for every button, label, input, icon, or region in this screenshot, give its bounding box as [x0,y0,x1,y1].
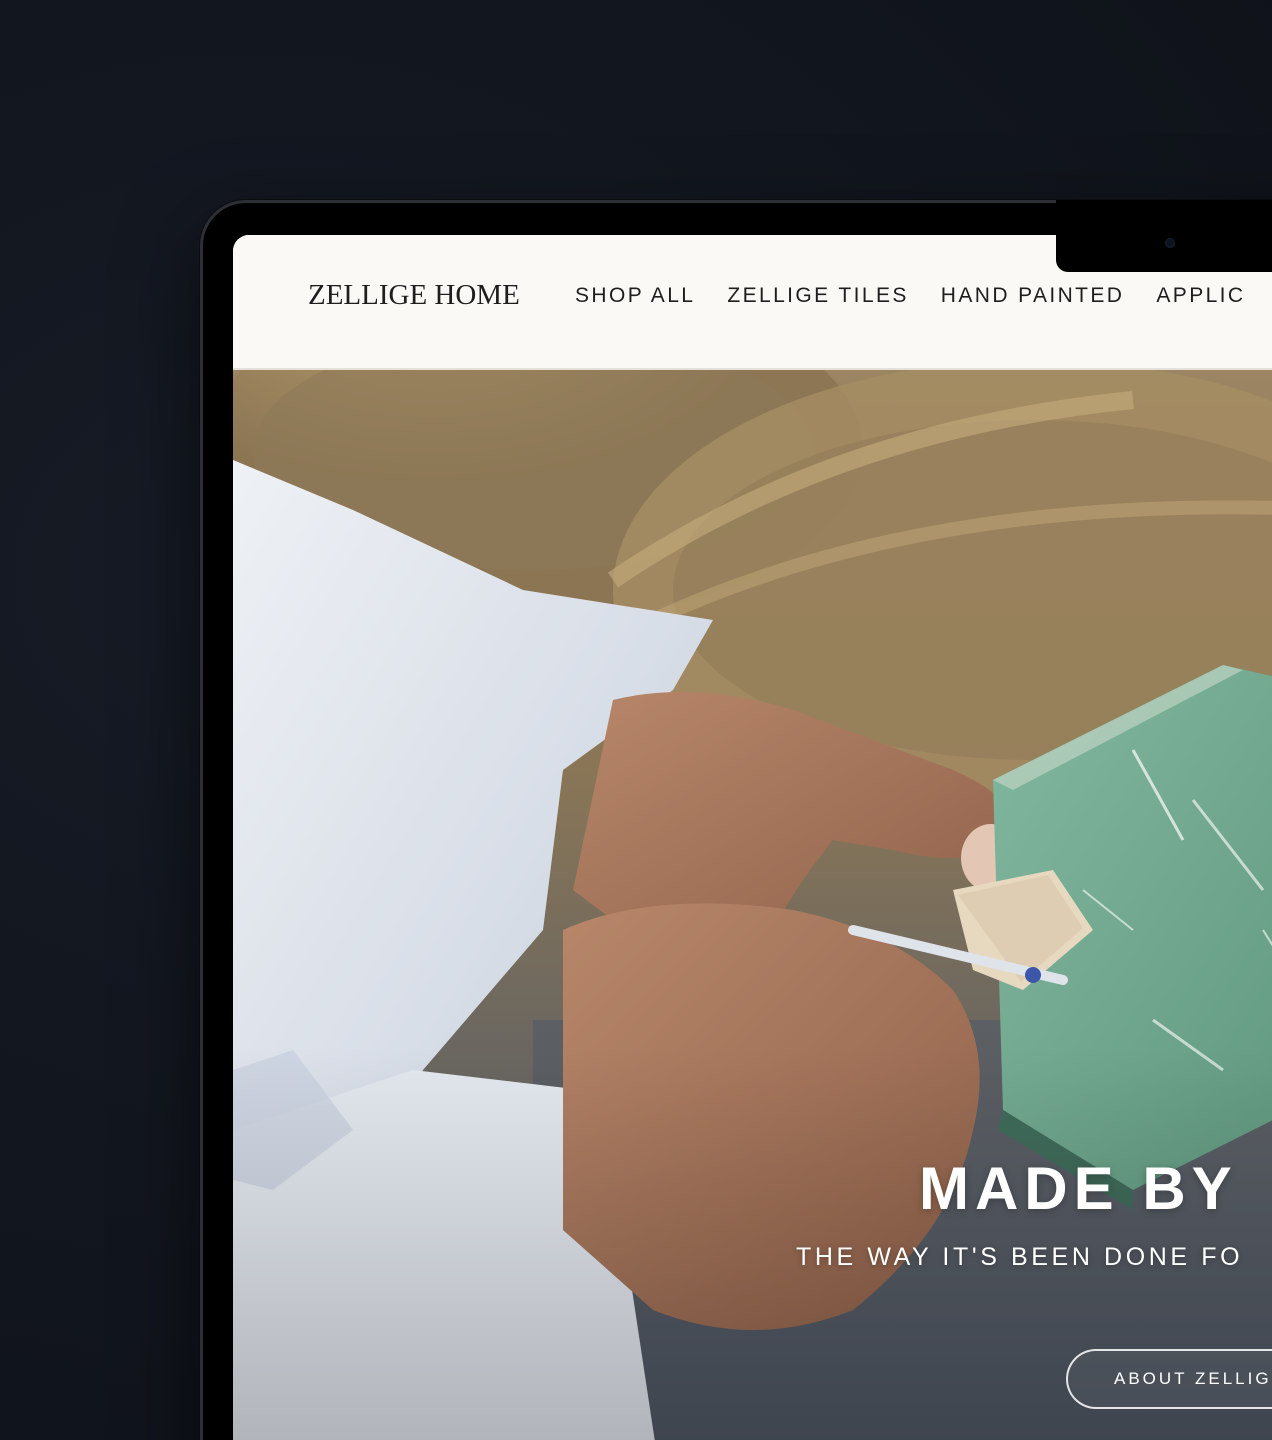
site-logo[interactable]: ZELLIGE HOME [308,279,520,312]
about-button[interactable]: ABOUT ZELLIG [1066,1349,1272,1409]
hero-subtitle: THE WAY IT'S BEEN DONE FO [796,1243,1244,1271]
hero-title: MADE BY [919,1155,1238,1222]
nav-item-applications[interactable]: APPLIC [1156,284,1245,308]
nav-item-zellige-tiles[interactable]: ZELLIGE TILES [727,284,908,308]
hero-image [233,370,1272,1440]
nav-item-hand-painted[interactable]: HAND PAINTED [941,284,1125,308]
hero-section: MADE BY THE WAY IT'S BEEN DONE FO ABOUT … [233,370,1272,1440]
main-nav: SHOP ALL ZELLIGE TILES HAND PAINTED APPL… [575,284,1272,308]
browser-screen: ZELLIGE HOME SHOP ALL ZELLIGE TILES HAND… [233,235,1272,1440]
camera-icon [1165,238,1175,248]
nav-item-shop-all[interactable]: SHOP ALL [575,284,695,308]
camera-notch [1056,200,1272,272]
device-mockup-stage: ZELLIGE HOME SHOP ALL ZELLIGE TILES HAND… [0,0,1272,1440]
